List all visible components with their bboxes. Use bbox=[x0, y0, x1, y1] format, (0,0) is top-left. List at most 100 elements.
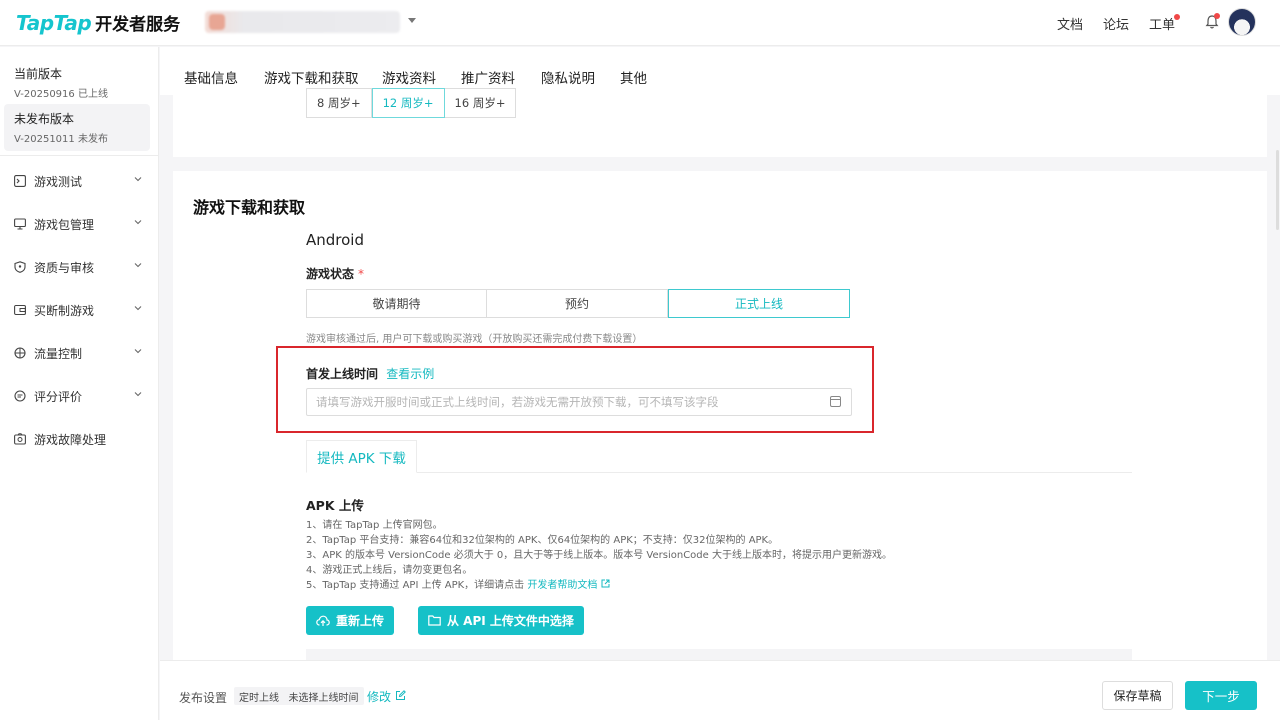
sidebar-item-package[interactable]: 游戏包管理 bbox=[14, 214, 142, 234]
wallet-icon bbox=[14, 304, 26, 316]
sidebar-item-label: 流量控制 bbox=[34, 346, 83, 361]
current-version[interactable]: 当前版本 V-20250916 已上线 bbox=[4, 59, 150, 106]
sidebar-item-reviews[interactable]: 评分评价 bbox=[14, 386, 142, 406]
subtab-divider bbox=[306, 472, 1132, 473]
required-mark: * bbox=[358, 267, 365, 281]
app-icon bbox=[209, 14, 225, 30]
view-example-link[interactable]: 查看示例 bbox=[386, 367, 434, 381]
apk-note-api: 5、TapTap 支持通过 API 上传 APK，详细请点击 开发者帮助文档 bbox=[306, 578, 892, 593]
calendar-icon[interactable] bbox=[830, 396, 841, 407]
app-selector[interactable] bbox=[205, 11, 400, 33]
api-file-select-button[interactable]: 从 API 上传文件中选择 bbox=[418, 606, 584, 635]
tab-download[interactable]: 游戏下载和获取 bbox=[264, 67, 359, 87]
logo-wordmark: TapTap bbox=[16, 10, 92, 35]
nav-docs[interactable]: 文档 bbox=[1057, 14, 1083, 33]
camera-icon bbox=[14, 433, 26, 445]
chevron-down-icon bbox=[134, 263, 142, 268]
apk-note: 1、请在 TapTap 上传官网包。 bbox=[306, 520, 443, 531]
apk-note: 4、游戏正式上线后，请勿变更包名。 bbox=[306, 565, 473, 576]
apk-upload-title: APK 上传 bbox=[306, 498, 364, 513]
tab-promo-materials[interactable]: 推广资料 bbox=[461, 67, 515, 87]
terminal-icon bbox=[14, 175, 26, 187]
shield-icon bbox=[14, 261, 26, 273]
chevron-down-icon bbox=[134, 306, 142, 311]
chevron-down-icon bbox=[134, 220, 142, 225]
version-sub: V-20250916 已上线 bbox=[14, 89, 108, 100]
apk-note: 3、APK 的版本号 VersionCode 必须大于 0，且大于等于线上版本。… bbox=[306, 550, 892, 561]
next-step-button[interactable]: 下一步 bbox=[1185, 681, 1257, 710]
age-rating-card: 8 周岁+ 12 周岁+ 16 周岁+ bbox=[173, 88, 1267, 157]
version-title: 未发布版本 bbox=[14, 112, 75, 126]
age-rating-selector: 8 周岁+ 12 周岁+ 16 周岁+ bbox=[306, 88, 517, 118]
status-option-launched[interactable]: 正式上线 bbox=[668, 289, 850, 318]
notification-badge bbox=[1214, 13, 1220, 19]
sidebar-item-label: 游戏包管理 bbox=[34, 217, 95, 232]
chevron-down-icon bbox=[134, 177, 142, 182]
version-title: 当前版本 bbox=[14, 67, 63, 81]
tab-basic-info[interactable]: 基础信息 bbox=[184, 67, 238, 87]
launch-time-label: 首发上线时间 查看示例 bbox=[306, 365, 434, 382]
sidebar-item-fault[interactable]: 游戏故障处理 bbox=[14, 429, 142, 449]
sidebar: 当前版本 V-20250916 已上线 未发布版本 V-20251011 未发布… bbox=[0, 47, 159, 720]
launch-time-input[interactable]: 请填写游戏开服时间或正式上线时间，若游戏无需开放预下载，可不填写该字段 bbox=[306, 388, 852, 416]
ticket-badge bbox=[1174, 14, 1180, 20]
help-docs-link[interactable]: 开发者帮助文档 bbox=[527, 580, 597, 591]
reupload-button[interactable]: 重新上传 bbox=[306, 606, 395, 635]
edit-label: 修改 bbox=[367, 690, 392, 704]
external-link-icon[interactable] bbox=[601, 579, 610, 588]
comment-icon bbox=[14, 390, 26, 402]
apk-note: 5、TapTap 支持通过 API 上传 APK，详细请点击 bbox=[306, 580, 528, 591]
cloud-upload-icon bbox=[316, 615, 330, 626]
monitor-icon bbox=[14, 218, 26, 230]
status-option-coming-soon[interactable]: 敬请期待 bbox=[306, 289, 487, 318]
sidebar-item-qualification[interactable]: 资质与审核 bbox=[14, 257, 142, 277]
sidebar-item-label: 买断制游戏 bbox=[34, 303, 95, 318]
age-option-8[interactable]: 8 周岁+ bbox=[306, 88, 372, 118]
nav-forum[interactable]: 论坛 bbox=[1103, 14, 1129, 33]
sidebar-item-label: 游戏测试 bbox=[34, 174, 83, 189]
unreleased-version[interactable]: 未发布版本 V-20251011 未发布 bbox=[4, 104, 150, 151]
status-option-preorder[interactable]: 预约 bbox=[487, 289, 668, 318]
chevron-down-icon[interactable] bbox=[408, 18, 416, 23]
sidebar-item-traffic[interactable]: 流量控制 bbox=[14, 343, 142, 363]
folder-icon bbox=[428, 615, 441, 626]
tab-privacy[interactable]: 隐私说明 bbox=[541, 67, 595, 87]
status-hint: 游戏审核通过后, 用户可下载或购买游戏（开放购买还需完成付费下载设置） bbox=[306, 334, 643, 345]
edit-publish-link[interactable]: 修改 bbox=[367, 688, 406, 705]
apk-note: 2、TapTap 平台支持：兼容64位和32位架构的 APK、仅64位架构的 A… bbox=[306, 535, 779, 546]
age-option-12[interactable]: 12 周岁+ bbox=[371, 88, 445, 118]
platform-title: Android bbox=[306, 231, 364, 249]
section-title: 游戏下载和获取 bbox=[193, 198, 306, 217]
avatar[interactable] bbox=[1228, 8, 1256, 36]
taptap-logo[interactable]: TapTap 开发者服务 bbox=[16, 10, 181, 36]
sidebar-item-label: 评分评价 bbox=[34, 389, 83, 404]
chevron-down-icon bbox=[134, 349, 142, 354]
target-icon bbox=[14, 347, 26, 359]
publish-settings-label: 发布设置 bbox=[179, 691, 228, 705]
api-file-select-label: 从 API 上传文件中选择 bbox=[447, 614, 574, 628]
publish-status-tag: 定时上线 未选择上线时间 bbox=[234, 687, 364, 705]
tab-apk-download[interactable]: 提供 APK 下载 bbox=[306, 440, 417, 473]
scrollbar[interactable] bbox=[1276, 150, 1279, 230]
edit-icon bbox=[395, 690, 406, 700]
sidebar-item-label: 游戏故障处理 bbox=[34, 432, 107, 447]
game-status-selector: 敬请期待 预约 正式上线 bbox=[306, 289, 850, 318]
launch-time-placeholder: 请填写游戏开服时间或正式上线时间，若游戏无需开放预下载，可不填写该字段 bbox=[316, 395, 719, 409]
sidebar-item-label: 资质与审核 bbox=[34, 260, 95, 275]
sidebar-item-buyout[interactable]: 买断制游戏 bbox=[14, 300, 142, 320]
reupload-label: 重新上传 bbox=[336, 614, 385, 628]
status-label: 游戏状态 * bbox=[306, 265, 364, 282]
divider bbox=[0, 155, 159, 156]
launch-time-label-text: 首发上线时间 bbox=[306, 367, 379, 381]
nav-tickets[interactable]: 工单 bbox=[1149, 14, 1175, 33]
apk-notes: 1、请在 TapTap 上传官网包。 2、TapTap 平台支持：兼容64位和3… bbox=[306, 518, 892, 593]
save-draft-button[interactable]: 保存草稿 bbox=[1102, 681, 1173, 710]
chevron-down-icon bbox=[134, 392, 142, 397]
version-sub: V-20251011 未发布 bbox=[14, 134, 108, 145]
status-label-text: 游戏状态 bbox=[306, 267, 355, 281]
age-option-16[interactable]: 16 周岁+ bbox=[444, 88, 517, 118]
tab-other[interactable]: 其他 bbox=[620, 67, 647, 87]
logo-subtitle: 开发者服务 bbox=[95, 15, 181, 35]
tab-game-materials[interactable]: 游戏资料 bbox=[382, 67, 436, 87]
sidebar-item-game-test[interactable]: 游戏测试 bbox=[14, 171, 142, 191]
